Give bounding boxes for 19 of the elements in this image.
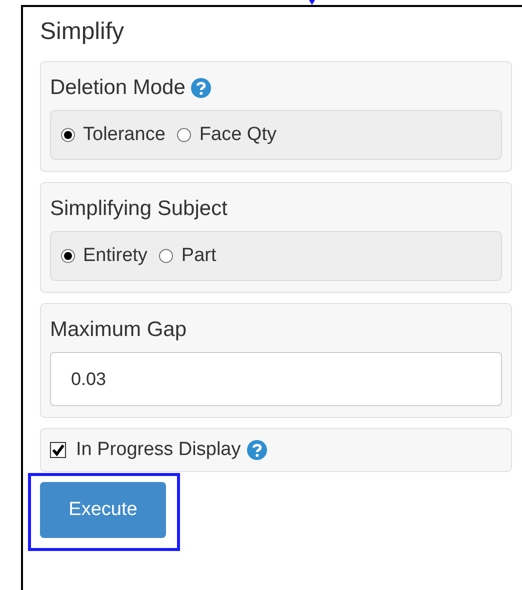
help-icon[interactable] bbox=[246, 440, 267, 460]
radio-button[interactable] bbox=[61, 128, 75, 142]
section-label: Deletion Mode bbox=[50, 75, 186, 101]
radio-button[interactable] bbox=[61, 249, 75, 263]
arrow-tip-icon bbox=[309, 0, 315, 5]
radio-button[interactable] bbox=[159, 249, 174, 263]
radio-label[interactable]: Entirety bbox=[83, 245, 148, 267]
radio-button[interactable] bbox=[177, 128, 192, 142]
panel-title: Simplify bbox=[40, 17, 126, 47]
checkbox-label[interactable]: In Progress Display bbox=[76, 439, 241, 461]
radio-label[interactable]: Part bbox=[181, 245, 216, 267]
radio-label[interactable]: Face Qty bbox=[199, 124, 276, 146]
execute-button[interactable]: Execute bbox=[40, 482, 166, 538]
checkbox[interactable] bbox=[50, 442, 66, 458]
input-field[interactable]: 0.03 bbox=[50, 352, 502, 406]
section-label: Maximum Gap bbox=[50, 317, 187, 343]
help-icon[interactable] bbox=[191, 78, 212, 98]
radio-label[interactable]: Tolerance bbox=[83, 124, 166, 146]
section-label: Simplifying Subject bbox=[50, 196, 228, 222]
